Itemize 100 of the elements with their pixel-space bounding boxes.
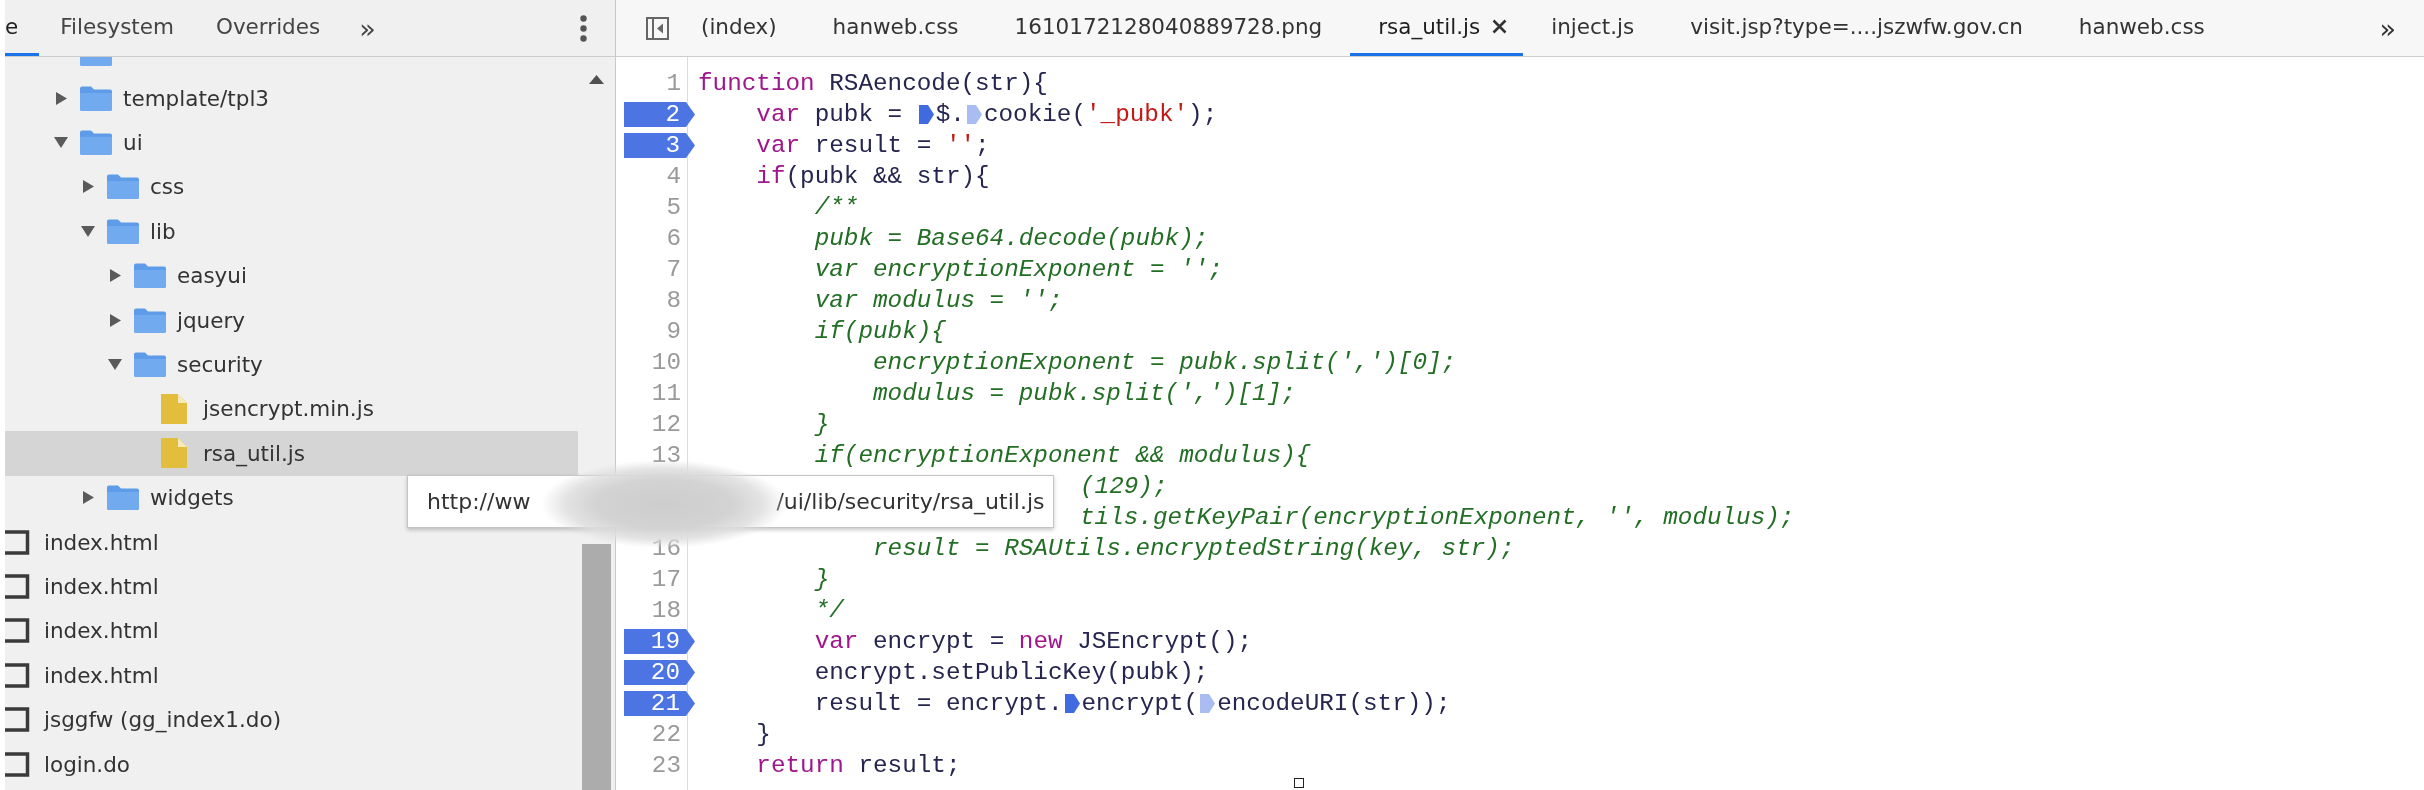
line-number: 4 bbox=[666, 162, 681, 192]
disclosure-triangle-icon[interactable] bbox=[81, 225, 95, 237]
code-text: */ bbox=[814, 597, 844, 624]
disclosure-triangle-icon[interactable] bbox=[82, 491, 94, 505]
line-number: 10 bbox=[651, 348, 681, 378]
code-text: if(encryptionExponent && modulus){ bbox=[814, 442, 1311, 469]
document-icon bbox=[5, 529, 30, 555]
code-text: if(pubk){ bbox=[814, 318, 946, 345]
code-text: result = encrypt. bbox=[814, 690, 1063, 717]
tree-item[interactable]: index.html bbox=[5, 608, 578, 654]
line-number: 6 bbox=[666, 224, 681, 254]
line-number: 16 bbox=[651, 534, 681, 564]
code-text: } bbox=[814, 566, 830, 593]
tree-item[interactable]: index.html bbox=[5, 653, 578, 698]
sidebar-toggle-icon[interactable] bbox=[646, 16, 669, 40]
line-number: 9 bbox=[666, 317, 681, 347]
close-icon[interactable] bbox=[1492, 19, 1508, 34]
line-number: 7 bbox=[666, 255, 681, 285]
code-text: /** bbox=[814, 194, 859, 221]
disclosure-triangle-icon[interactable] bbox=[109, 313, 121, 327]
line-number: 2 bbox=[624, 102, 695, 127]
disclosure-triangle-icon[interactable] bbox=[108, 359, 122, 371]
line-number: 23 bbox=[651, 751, 681, 781]
panel-tab[interactable]: Overrides bbox=[194, 0, 342, 56]
line-number: 3 bbox=[624, 133, 695, 158]
tree-item[interactable]: index.html bbox=[5, 519, 578, 565]
folder-icon bbox=[134, 307, 166, 333]
line-number: 18 bbox=[651, 596, 681, 626]
tooltip-text: /ui/lib/security/rsa_util.js bbox=[776, 489, 1045, 514]
code-text: var encrypt = new JSEncrypt(); bbox=[814, 628, 1253, 655]
line-number: 5 bbox=[666, 193, 681, 223]
disclosure-triangle-icon[interactable] bbox=[109, 269, 121, 283]
code-text: pubk = Base64.decode(pubk); bbox=[814, 225, 1209, 252]
code-text: } bbox=[756, 721, 771, 748]
code-text: var result = ''; bbox=[756, 132, 990, 159]
code-text: $. bbox=[935, 101, 965, 128]
inline-breakpoint-icon[interactable] bbox=[918, 105, 934, 124]
document-icon bbox=[5, 707, 30, 733]
line-number: 19 bbox=[624, 629, 695, 654]
panel-tab[interactable]: Filesystem bbox=[39, 0, 195, 56]
code-text: cookie('_pubk'); bbox=[983, 101, 1218, 128]
square-icon bbox=[1294, 778, 1304, 788]
script-file-icon bbox=[161, 393, 187, 424]
folder-icon bbox=[134, 263, 166, 289]
line-number: 1 bbox=[666, 69, 681, 99]
document-icon bbox=[5, 618, 30, 644]
tree-item[interactable]: login.do bbox=[5, 741, 578, 787]
code-text: tils.getKeyPair(encryptionExponent, '', modulus); bbox=[1080, 504, 1795, 531]
disclosure-triangle-icon[interactable] bbox=[55, 91, 67, 105]
editor-tab[interactable]: hanweb.css bbox=[804, 0, 987, 56]
code-text: encrypt.setPublicKey(pubk); bbox=[814, 659, 1209, 686]
tree-item[interactable]: template/tpl3 bbox=[5, 76, 578, 121]
editor-tab[interactable]: hanweb.css bbox=[2050, 0, 2233, 56]
folder-icon bbox=[107, 485, 139, 511]
code-text: function RSAencode(str){ bbox=[698, 70, 1048, 97]
more-tabs-button[interactable]: » bbox=[2351, 0, 2424, 56]
editor-tab[interactable]: visit.jsp?type=....jszwfw.gov.cn bbox=[1662, 0, 2051, 56]
tree-item[interactable]: jsencrypt.min.js bbox=[5, 386, 578, 432]
kebab-menu-icon[interactable] bbox=[580, 14, 587, 42]
inline-breakpoint-icon[interactable] bbox=[1064, 694, 1080, 713]
line-number: 8 bbox=[666, 286, 681, 316]
code-text: } bbox=[814, 411, 830, 438]
code-text: encodeURI(str)); bbox=[1217, 690, 1451, 717]
disclosure-triangle-icon[interactable] bbox=[82, 180, 94, 194]
tree-item[interactable]: index.html bbox=[5, 564, 578, 609]
folder-icon bbox=[107, 218, 139, 244]
document-icon bbox=[5, 574, 30, 599]
folder-icon bbox=[80, 57, 112, 66]
disclosure-triangle-icon[interactable] bbox=[54, 137, 68, 149]
tree-item[interactable]: lib bbox=[5, 209, 578, 254]
editor-tab[interactable]: inject.js bbox=[1523, 0, 1663, 56]
code-text: encrypt( bbox=[1081, 690, 1199, 717]
folder-icon bbox=[107, 174, 139, 200]
line-number: 22 bbox=[651, 720, 681, 750]
document-icon bbox=[5, 662, 30, 688]
line-number: 11 bbox=[651, 379, 681, 409]
tree-item[interactable]: css bbox=[5, 164, 578, 210]
code-text: encryptionExponent = pubk.split(',')[0]; bbox=[872, 349, 1457, 376]
tree-item[interactable]: ui bbox=[5, 120, 578, 165]
code-text: result = RSAUtils.encryptedString(key, str); bbox=[872, 535, 1515, 562]
tree-item[interactable]: rsa_util.js bbox=[5, 431, 578, 476]
editor-tab[interactable]: 1610172128040889728.png bbox=[986, 0, 1351, 56]
tooltip-text: http://ww bbox=[427, 489, 531, 514]
scroll-up-arrow-icon[interactable] bbox=[589, 75, 604, 84]
tree-item[interactable]: security bbox=[5, 342, 578, 387]
code-text: var encryptionExponent = ''; bbox=[814, 256, 1223, 283]
code-text: var pubk = bbox=[756, 101, 904, 128]
tree-item[interactable]: jsggfw (gg_index1.do) bbox=[5, 697, 578, 742]
panel-tab[interactable]: e bbox=[5, 0, 40, 56]
more-tabs-button[interactable]: » bbox=[351, 0, 384, 56]
line-number: 20 bbox=[624, 660, 695, 685]
document-icon bbox=[5, 751, 30, 777]
folder-icon bbox=[80, 130, 112, 156]
editor-tab[interactable]: (index) bbox=[673, 0, 805, 56]
code-text: return result; bbox=[756, 752, 961, 779]
line-number: 13 bbox=[651, 441, 681, 471]
tree-item[interactable]: jquery bbox=[5, 297, 578, 343]
folder-icon bbox=[80, 85, 112, 111]
script-file-icon bbox=[161, 438, 187, 469]
tree-item[interactable]: easyui bbox=[5, 253, 578, 298]
